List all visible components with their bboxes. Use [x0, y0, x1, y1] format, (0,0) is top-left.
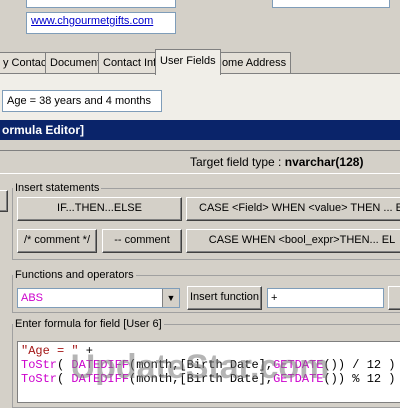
user-field-6-input[interactable]: Age = 38 years and 4 months [2, 90, 162, 112]
tab-strip: y Contacts Documents Contact Info User F… [0, 48, 400, 75]
contact-field-top-left[interactable] [26, 0, 176, 8]
dialog-title: ormula Editor] [0, 120, 400, 140]
tab-home-address[interactable]: Home Address [209, 52, 292, 75]
tab-user-fields[interactable]: User Fields [155, 49, 221, 75]
function-select[interactable]: ABS ▼ [17, 288, 180, 308]
if-then-else-button[interactable]: IF...THEN...ELSE [17, 197, 182, 221]
functions-legend: Functions and operators [15, 269, 134, 281]
user-fields-panel: Age = 38 years and 4 months [0, 74, 400, 120]
insert-statements-legend: Insert statements [15, 182, 100, 194]
website-link[interactable]: www.chgourmetgifts.com [31, 15, 153, 27]
target-field-label: Target field type : [190, 155, 282, 169]
case-when-bool-button[interactable]: CASE WHEN <bool_expr>THEN... EL [186, 229, 400, 253]
insert-operator-button[interactable] [388, 286, 400, 310]
contact-field-top-right[interactable] [272, 0, 390, 8]
function-value: ABS [21, 292, 44, 304]
formula-legend: Enter formula for field [User 6] [15, 318, 162, 330]
side-button[interactable] [0, 190, 8, 212]
line-comment-button[interactable]: -- comment [102, 229, 182, 253]
contact-header: www.chgourmetgifts.com [0, 0, 400, 50]
case-field-when-button[interactable]: CASE <Field> WHEN <value> THEN ... E [186, 197, 400, 221]
block-comment-button[interactable]: /* comment */ [17, 229, 97, 253]
insert-function-button[interactable]: Insert function [187, 286, 262, 310]
target-field-value: nvarchar(128) [284, 155, 364, 169]
target-field-type: Target field type : nvarchar(128) [0, 150, 400, 174]
watermark: UpdateStar.com [70, 348, 330, 386]
operator-value: + [271, 292, 278, 304]
website-field[interactable]: www.chgourmetgifts.com [26, 12, 176, 34]
chevron-down-icon[interactable]: ▼ [162, 289, 179, 307]
operator-select[interactable]: + [267, 288, 384, 308]
